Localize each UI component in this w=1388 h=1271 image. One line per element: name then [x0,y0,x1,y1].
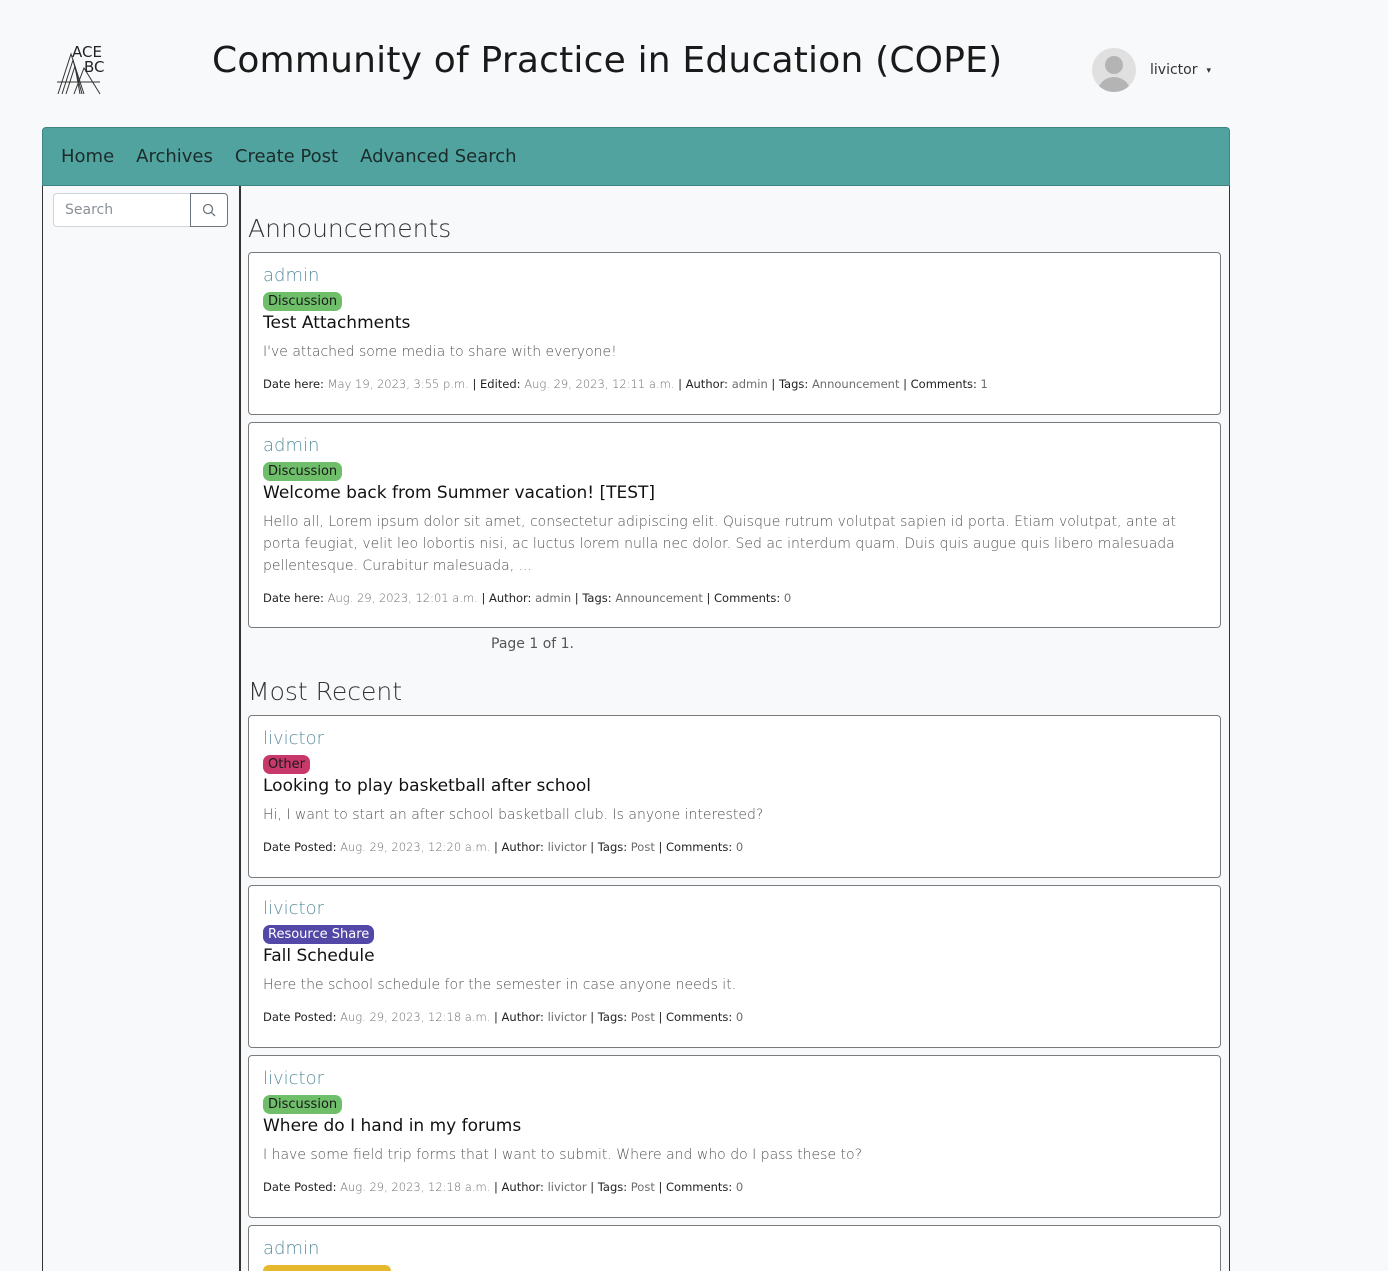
nav-advanced-search[interactable]: Advanced Search [360,146,516,167]
category-badge[interactable]: Discussion [263,462,343,481]
meta-label: Author: [489,591,532,605]
meta-edited: Aug. 29, 2023, 12:11 a.m. [524,377,675,391]
meta-comments-link[interactable]: 0 [784,591,791,605]
meta-author-link[interactable]: livictor [548,1180,587,1194]
chevron-down-icon[interactable]: ▾ [1206,66,1211,76]
main-navbar: Home Archives Create Post Advanced Searc… [42,127,1230,186]
meta-date: Aug. 29, 2023, 12:01 a.m. [327,591,478,605]
post-author[interactable]: admin [263,435,1206,456]
meta-label: Date Posted: [263,1010,337,1024]
meta-author-link[interactable]: admin [732,377,768,391]
search-icon [202,203,216,217]
pagination-text: Page 1 of 1. [491,636,575,652]
post-meta: Date Posted: Aug. 29, 2023, 12:18 a.m. |… [263,1180,744,1194]
meta-label: Comments: [666,840,733,854]
post-card: admin [248,1225,1221,1271]
category-badge[interactable]: Resource Share [263,925,375,944]
post-title[interactable]: Fall Schedule [263,946,1206,966]
site-title: Community of Practice in Education (COPE… [212,40,1003,81]
meta-label: Date Posted: [263,1180,337,1194]
user-menu[interactable]: livictor ▾ [1092,48,1211,92]
meta-date: Aug. 29, 2023, 12:18 a.m. [340,1180,491,1194]
meta-tag-link[interactable]: Post [631,1180,655,1194]
meta-label: Comments: [714,591,781,605]
meta-label: Comments: [666,1180,733,1194]
search-button[interactable] [190,193,228,227]
post-title[interactable]: Where do I hand in my forums [263,1116,1206,1136]
post-excerpt: I have some field trip forms that I want… [263,1147,863,1163]
meta-comments-link[interactable]: 0 [736,1180,743,1194]
post-excerpt: Hi, I want to start an after school bask… [263,807,764,823]
meta-label: Comments: [666,1010,733,1024]
meta-date: Aug. 29, 2023, 12:18 a.m. [340,1010,491,1024]
category-badge[interactable]: Discussion [263,1095,343,1114]
meta-label: Author: [501,1010,544,1024]
post-title[interactable]: Test Attachments [263,313,1206,333]
avatar-head-shape [1105,56,1123,74]
meta-label: Tags: [597,1180,628,1194]
post-card: admin Discussion Welcome back from Summe… [248,422,1221,628]
meta-label: Author: [501,840,544,854]
sidebar [42,186,241,1271]
meta-label: Tags: [778,377,809,391]
meta-tag-link[interactable]: Post [631,840,655,854]
meta-label: Author: [501,1180,544,1194]
meta-date: May 19, 2023, 3:55 p.m. [327,377,469,391]
meta-author-link[interactable]: admin [535,591,571,605]
meta-author-link[interactable]: livictor [548,1010,587,1024]
username[interactable]: livictor [1150,62,1197,78]
meta-label: Tags: [597,840,628,854]
meta-tag-link[interactable]: Announcement [615,591,703,605]
post-card: livictor Resource Share Fall Schedule He… [248,885,1221,1048]
meta-label: Date here: [263,591,324,605]
post-card: admin Discussion Test Attachments I've a… [248,252,1221,415]
post-excerpt: I've attached some media to share with e… [263,344,617,360]
post-title[interactable]: Looking to play basketball after school [263,776,1206,796]
meta-label: Edited: [480,377,521,391]
meta-comments-link[interactable]: 0 [736,1010,743,1024]
nav-create-post[interactable]: Create Post [235,146,338,167]
category-badge[interactable] [263,1265,391,1271]
post-author[interactable]: livictor [263,898,1206,919]
post-meta: Date Posted: Aug. 29, 2023, 12:20 a.m. |… [263,840,744,854]
meta-label: Comments: [910,377,977,391]
meta-comments-link[interactable]: 0 [736,840,743,854]
post-author[interactable]: livictor [263,1068,1206,1089]
logo-mark-icon: ACE BC [57,43,105,95]
meta-label: Date here: [263,377,324,391]
post-excerpt: Here the school schedule for the semeste… [263,977,737,993]
post-author[interactable]: admin [263,265,1206,286]
meta-comments-link[interactable]: 1 [981,377,988,391]
post-author[interactable]: livictor [263,728,1206,749]
post-card: livictor Discussion Where do I hand in m… [248,1055,1221,1218]
post-title[interactable]: Welcome back from Summer vacation! [TEST… [263,483,1206,503]
post-excerpt: Hello all, Lorem ipsum dolor sit amet, c… [263,514,1177,574]
meta-label: Author: [685,377,729,391]
post-meta: Date here: Aug. 29, 2023, 12:01 a.m. | A… [263,591,792,605]
category-badge[interactable]: Other [263,755,310,774]
post-author[interactable]: admin [263,1238,1206,1259]
category-badge[interactable]: Discussion [263,292,343,311]
post-meta: Date Posted: Aug. 29, 2023, 12:18 a.m. |… [263,1010,744,1024]
meta-author-link[interactable]: livictor [548,840,587,854]
site-header: ACE BC Community of Practice in Educatio… [0,0,1388,127]
most-recent-heading: Most Recent [248,677,403,706]
site-logo[interactable]: ACE BC [54,40,114,98]
post-meta: Date here: May 19, 2023, 3:55 p.m. | Edi… [263,377,988,391]
search-form [53,193,228,227]
nav-archives[interactable]: Archives [136,146,213,167]
meta-date: Aug. 29, 2023, 12:20 a.m. [340,840,491,854]
avatar[interactable] [1092,48,1136,92]
meta-tag-link[interactable]: Announcement [812,377,900,391]
search-input[interactable] [53,193,190,227]
announcements-heading: Announcements [248,214,452,243]
logo-text-bottom: BC [84,58,105,76]
post-card: livictor Other Looking to play basketbal… [248,715,1221,878]
nav-home[interactable]: Home [61,146,114,167]
avatar-body-shape [1097,77,1131,92]
meta-label: Tags: [597,1010,628,1024]
meta-tag-link[interactable]: Post [631,1010,655,1024]
meta-label: Tags: [582,591,612,605]
meta-label: Date Posted: [263,840,337,854]
